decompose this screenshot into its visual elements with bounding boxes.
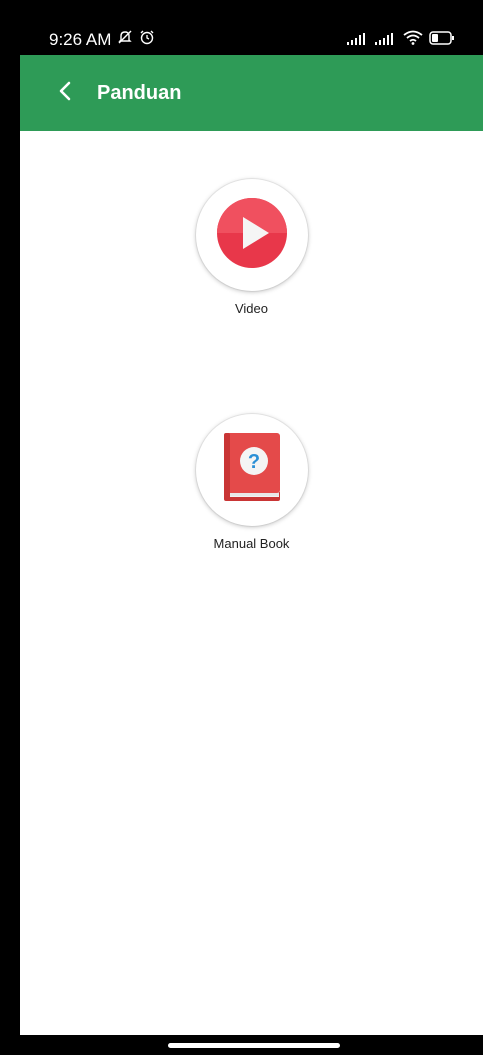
manual-book-icon-circle[interactable]: ?: [195, 414, 308, 526]
svg-text:?: ?: [247, 451, 259, 473]
back-button[interactable]: [45, 73, 85, 113]
app-bar: Panduan: [20, 55, 483, 131]
menu-item-label: Video: [234, 301, 268, 316]
chevron-left-icon: [57, 80, 73, 107]
content-area: Video ? Manual Book: [20, 131, 483, 1035]
phone-screen: 9:26 AM Panduan Video ? Manual Book: [20, 0, 483, 1055]
menu-item-video[interactable]: Video: [20, 179, 483, 316]
page-title: Panduan: [97, 81, 182, 104]
wifi-icon: [403, 30, 423, 50]
status-bar: 9:26 AM: [20, 0, 483, 55]
question-book-icon: ?: [222, 431, 282, 510]
status-left: 9:26 AM: [49, 29, 155, 50]
signal-icon: [375, 30, 397, 50]
mute-icon: [117, 29, 133, 50]
video-icon-circle[interactable]: [195, 179, 308, 291]
home-indicator[interactable]: [168, 1043, 340, 1048]
play-video-icon: [216, 197, 288, 274]
menu-item-label: Manual Book: [213, 536, 290, 551]
status-right: [347, 30, 455, 50]
menu-item-manual-book[interactable]: ? Manual Book: [20, 414, 483, 551]
alarm-icon: [139, 29, 155, 50]
status-time: 9:26 AM: [49, 29, 112, 49]
signal-icon: [347, 30, 369, 50]
battery-icon: [429, 30, 455, 50]
